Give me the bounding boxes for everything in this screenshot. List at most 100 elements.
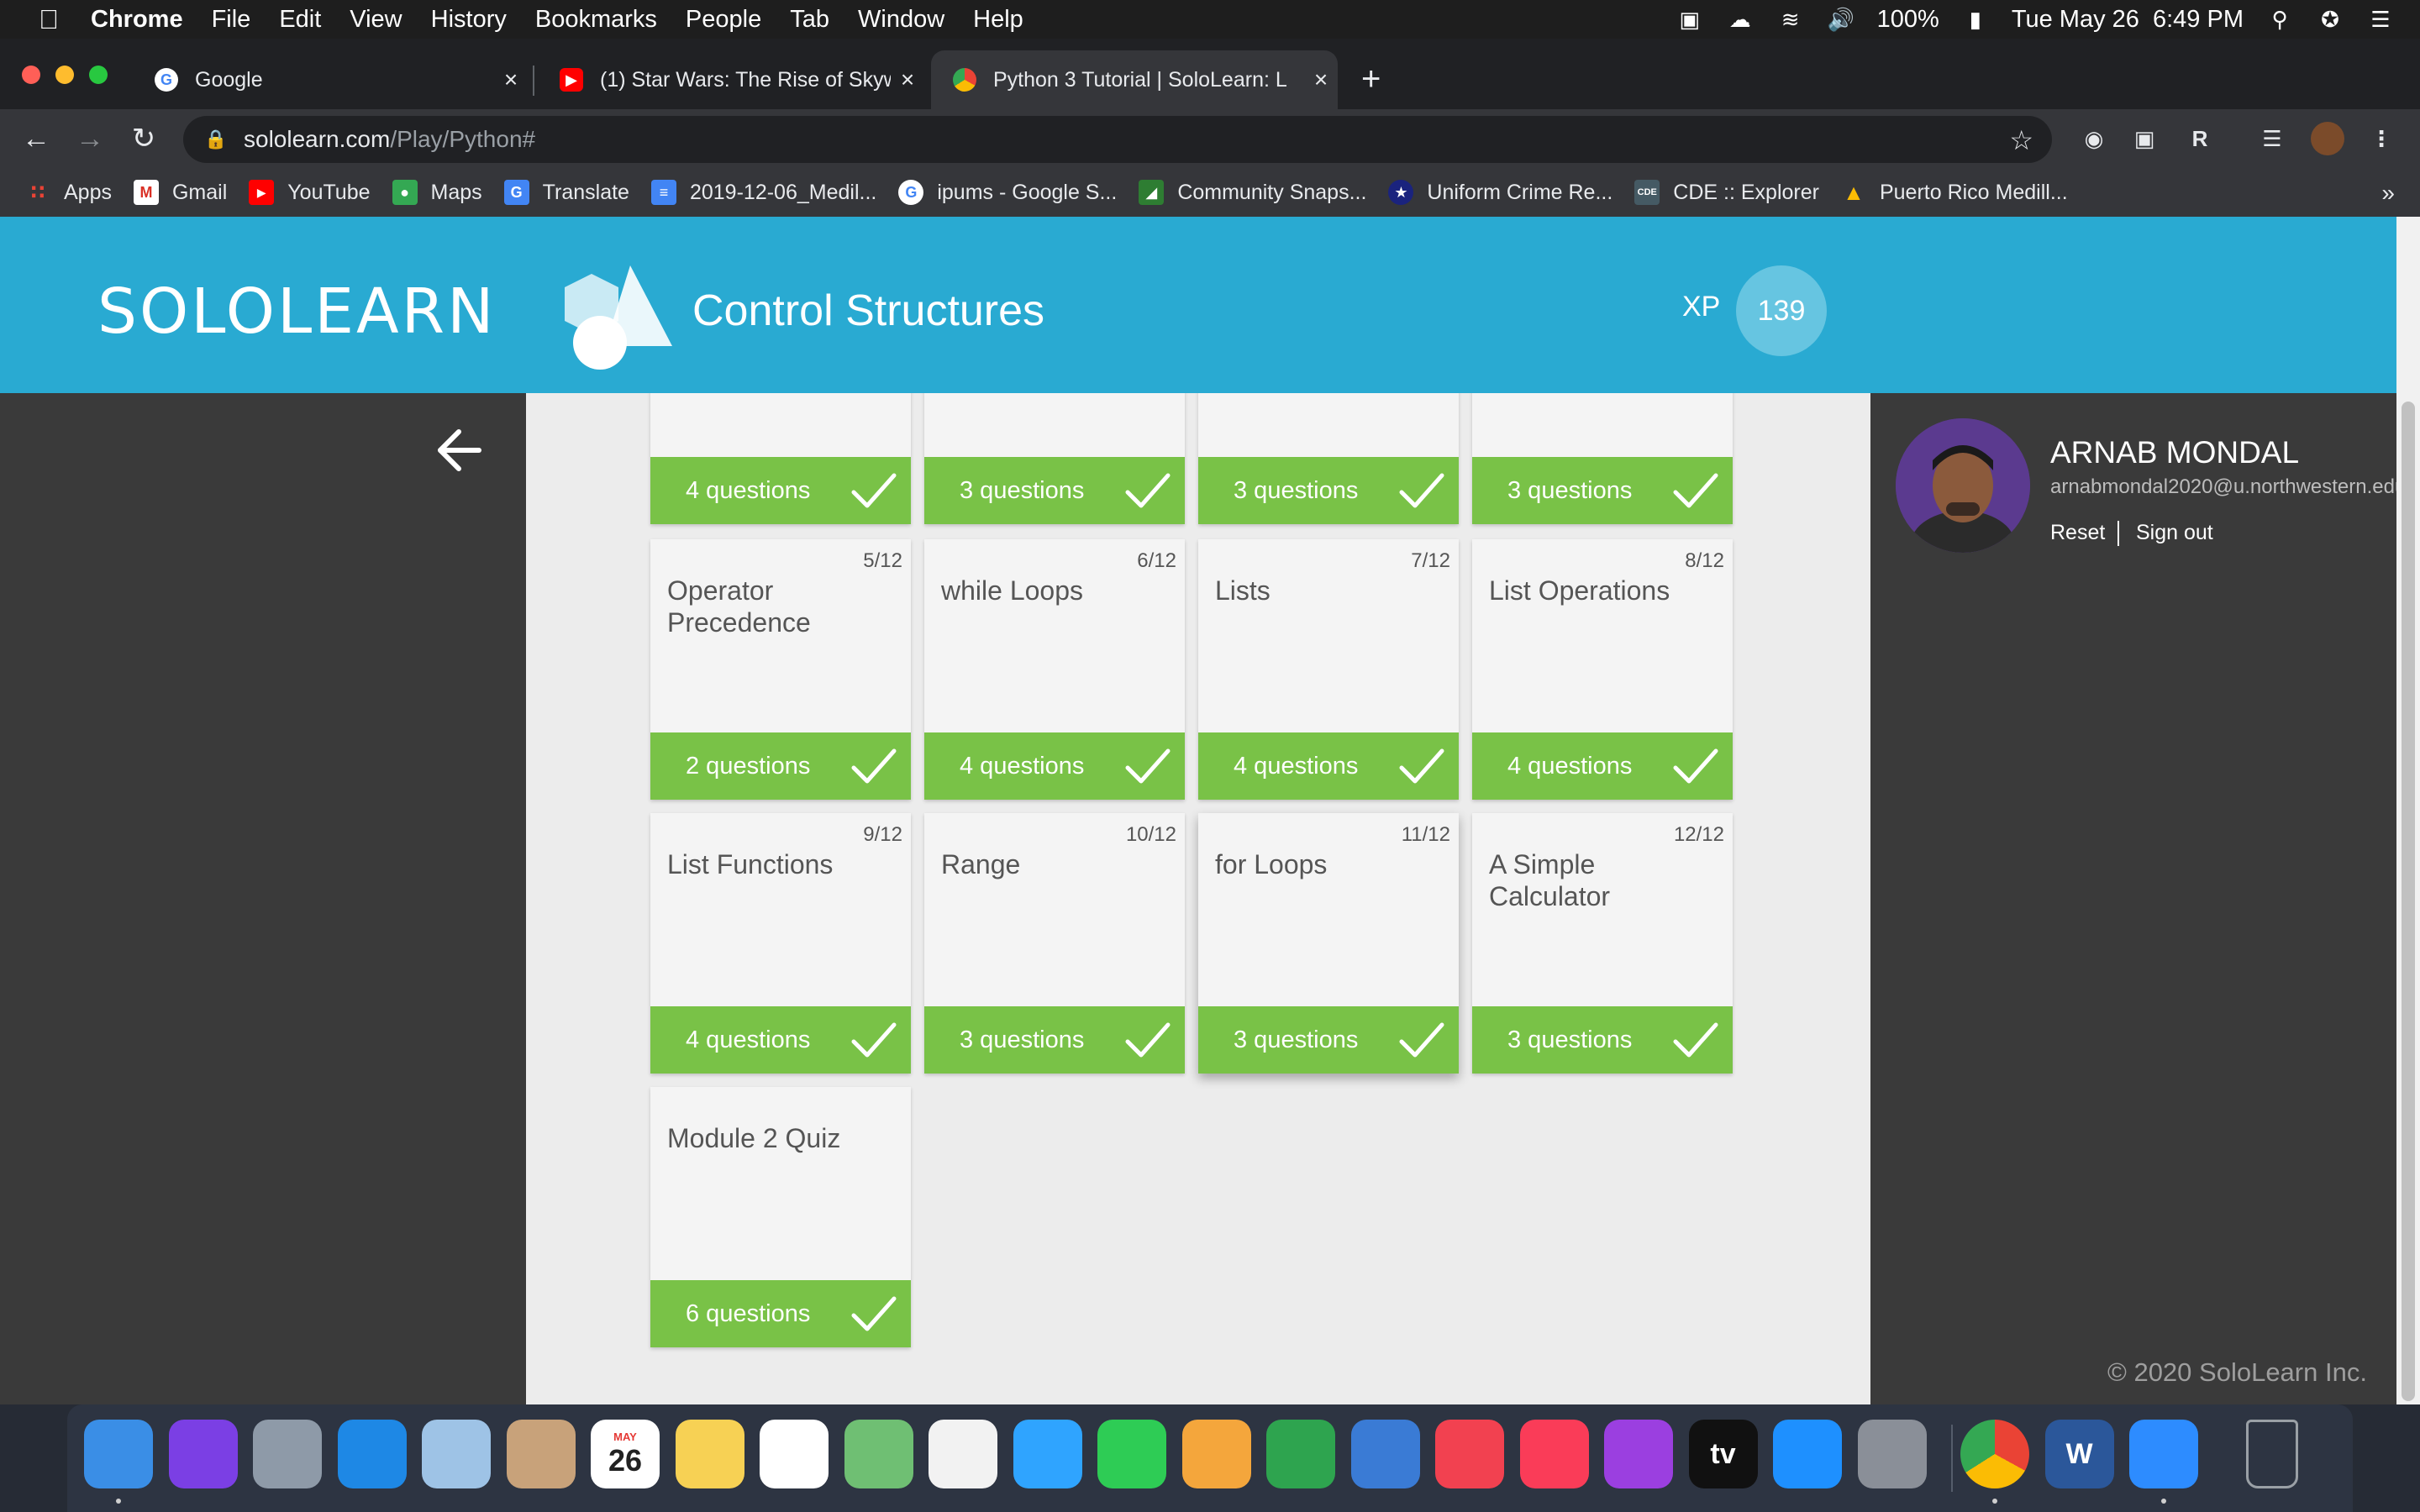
apple-tv-icon[interactable]: tv [1688, 1420, 1758, 1488]
xp-badge[interactable]: 139 [1736, 265, 1827, 356]
messages-icon[interactable] [1013, 1420, 1082, 1488]
address-bar[interactable]: 🔒 sololearn.com/Play/Python# ☆ [183, 116, 2052, 163]
user-avatar[interactable] [1896, 418, 2030, 553]
lesson-card-list-functions[interactable]: 9/12 List Functions 4 questions [650, 813, 911, 1074]
back-arrow-icon[interactable] [434, 425, 484, 475]
notification-center-icon[interactable]: ☰ [2366, 7, 2395, 32]
siri-icon[interactable]: ✪ [2316, 7, 2344, 32]
lesson-card[interactable]: 4 questions [650, 393, 911, 524]
lesson-card-simple-calculator[interactable]: 12/12 A Simple Calculator 3 questions [1472, 813, 1733, 1074]
lesson-card-module-quiz[interactable]: Module 2 Quiz 6 questions [650, 1087, 911, 1347]
sololearn-logo[interactable]: SOLOLEARN [97, 276, 496, 348]
lesson-card[interactable]: 3 questions [1198, 393, 1459, 524]
window-minimize-button[interactable] [55, 66, 74, 84]
lesson-card-while-loops[interactable]: 6/12 while Loops 4 questions [924, 539, 1185, 800]
system-preferences-icon[interactable] [1857, 1420, 1927, 1488]
bookmark-translate[interactable]: G Translate [503, 180, 629, 205]
window-zoom-button[interactable] [89, 66, 108, 84]
zoom-icon[interactable] [2129, 1420, 2198, 1488]
icloud-icon[interactable]: ☁ [1726, 7, 1754, 32]
tab-google[interactable]: G Google × [133, 50, 528, 109]
apple-menu-icon[interactable]:  [32, 4, 66, 35]
news-icon[interactable] [1435, 1420, 1504, 1488]
contacts-icon[interactable] [506, 1420, 576, 1488]
wifi-icon[interactable]: ≋ [1776, 7, 1805, 32]
maps-icon[interactable] [844, 1420, 913, 1488]
more-bookmarks-icon[interactable]: » [2381, 180, 2395, 207]
sign-out-link[interactable]: Sign out [2136, 521, 2213, 545]
back-icon[interactable]: ← [17, 119, 55, 158]
app-store-icon[interactable] [1773, 1420, 1842, 1488]
lesson-card-range[interactable]: 10/12 Range 3 questions [924, 813, 1185, 1074]
tab-sololearn[interactable]: Python 3 Tutorial | SoloLearn: L × [931, 50, 1338, 109]
tab-close-icon[interactable]: × [1304, 66, 1338, 93]
zoom-status-icon[interactable]: ▣ [1676, 7, 1704, 32]
new-tab-button[interactable]: + [1361, 60, 1381, 98]
bookmark-star-icon[interactable]: ☆ [2009, 124, 2033, 156]
menu-app-name[interactable]: Chrome [91, 6, 183, 34]
bookmark-community-snapshot[interactable]: ◢ Community Snaps... [1139, 180, 1366, 205]
bookmark-apps[interactable]: ∷ Apps [25, 180, 112, 205]
tab-close-icon[interactable]: × [891, 66, 924, 93]
menu-history[interactable]: History [431, 6, 507, 34]
bookmark-youtube[interactable]: ▶ YouTube [249, 180, 371, 205]
safari-icon[interactable] [337, 1420, 407, 1488]
lesson-card[interactable]: 3 questions [1472, 393, 1733, 524]
reminders-icon[interactable] [760, 1420, 829, 1488]
lock-icon[interactable]: 🔒 [203, 129, 229, 150]
bookmark-cde-explorer[interactable]: CDE CDE :: Explorer [1634, 180, 1819, 205]
siri-icon[interactable] [168, 1420, 238, 1488]
bookmark-gmail[interactable]: M Gmail [133, 180, 227, 205]
bookmark-medill-doc[interactable]: ≡ 2019-12-06_Medil... [650, 180, 876, 205]
menu-view[interactable]: View [350, 6, 402, 34]
lesson-card[interactable]: 3 questions [924, 393, 1185, 524]
reset-link[interactable]: Reset [2050, 521, 2105, 545]
bookmark-maps[interactable]: ● Maps [392, 180, 482, 205]
facetime-icon[interactable] [1097, 1420, 1166, 1488]
lesson-card-list-operations[interactable]: 8/12 List Operations 4 questions [1472, 539, 1733, 800]
bookmark-uniform-crime[interactable]: ★ Uniform Crime Re... [1388, 180, 1612, 205]
r-extension-icon[interactable]: R [2183, 122, 2217, 155]
numbers-icon[interactable] [1266, 1420, 1335, 1488]
keynote-icon[interactable] [1350, 1420, 1420, 1488]
page-scrollbar-thumb[interactable] [2402, 402, 2415, 1401]
menu-people[interactable]: People [686, 6, 761, 34]
window-close-button[interactable] [22, 66, 40, 84]
launchpad-icon[interactable] [253, 1420, 322, 1488]
tab-youtube[interactable]: ▶ (1) Star Wars: The Rise of Skyw × [538, 50, 924, 109]
screenshot-extension-icon[interactable]: ▣ [2128, 122, 2161, 155]
menubar-clock[interactable]: Tue May 26 6:49 PM [2012, 6, 2244, 34]
music-icon[interactable] [1519, 1420, 1589, 1488]
chrome-menu-icon[interactable]: ⋮ [2365, 122, 2398, 155]
finder-icon[interactable] [84, 1420, 153, 1488]
menu-window[interactable]: Window [858, 6, 944, 34]
spotlight-search-icon[interactable]: ⚲ [2265, 7, 2294, 32]
lesson-card-operator-precedence[interactable]: 5/12 Operator Precedence 2 questions [650, 539, 911, 800]
battery-icon[interactable]: ▮ [1961, 7, 1990, 32]
podcasts-icon[interactable] [1604, 1420, 1673, 1488]
volume-icon[interactable]: 🔊 [1827, 7, 1855, 32]
media-control-icon[interactable]: ☰ [2255, 122, 2289, 155]
lesson-card-for-loops[interactable]: 11/12 for Loops 3 questions [1198, 813, 1459, 1074]
reload-icon[interactable]: ↻ [124, 119, 163, 158]
bookmark-ipums[interactable]: G ipums - Google S... [898, 180, 1117, 205]
word-icon[interactable]: W [2044, 1420, 2114, 1488]
extension-eyes-icon[interactable]: ◉ [2077, 122, 2111, 155]
photos-icon[interactable] [929, 1420, 997, 1488]
tab-close-icon[interactable]: × [494, 66, 528, 93]
preview-icon[interactable] [422, 1420, 491, 1488]
menu-tab[interactable]: Tab [790, 6, 829, 34]
lesson-card-lists[interactable]: 7/12 Lists 4 questions [1198, 539, 1459, 800]
bookmark-puerto-rico[interactable]: ▲ Puerto Rico Medill... [1841, 180, 2068, 205]
pages-icon[interactable] [1181, 1420, 1251, 1488]
notes-icon[interactable] [675, 1420, 744, 1488]
forward-icon[interactable]: → [71, 119, 109, 158]
menu-help[interactable]: Help [973, 6, 1023, 34]
chrome-icon[interactable] [1960, 1420, 2029, 1488]
menu-file[interactable]: File [212, 6, 251, 34]
menu-bookmarks[interactable]: Bookmarks [535, 6, 657, 34]
trash-icon[interactable] [2245, 1420, 2298, 1488]
profile-avatar-icon[interactable] [2311, 122, 2344, 155]
menu-edit[interactable]: Edit [279, 6, 321, 34]
calendar-icon[interactable]: MAY 26 [591, 1420, 660, 1488]
